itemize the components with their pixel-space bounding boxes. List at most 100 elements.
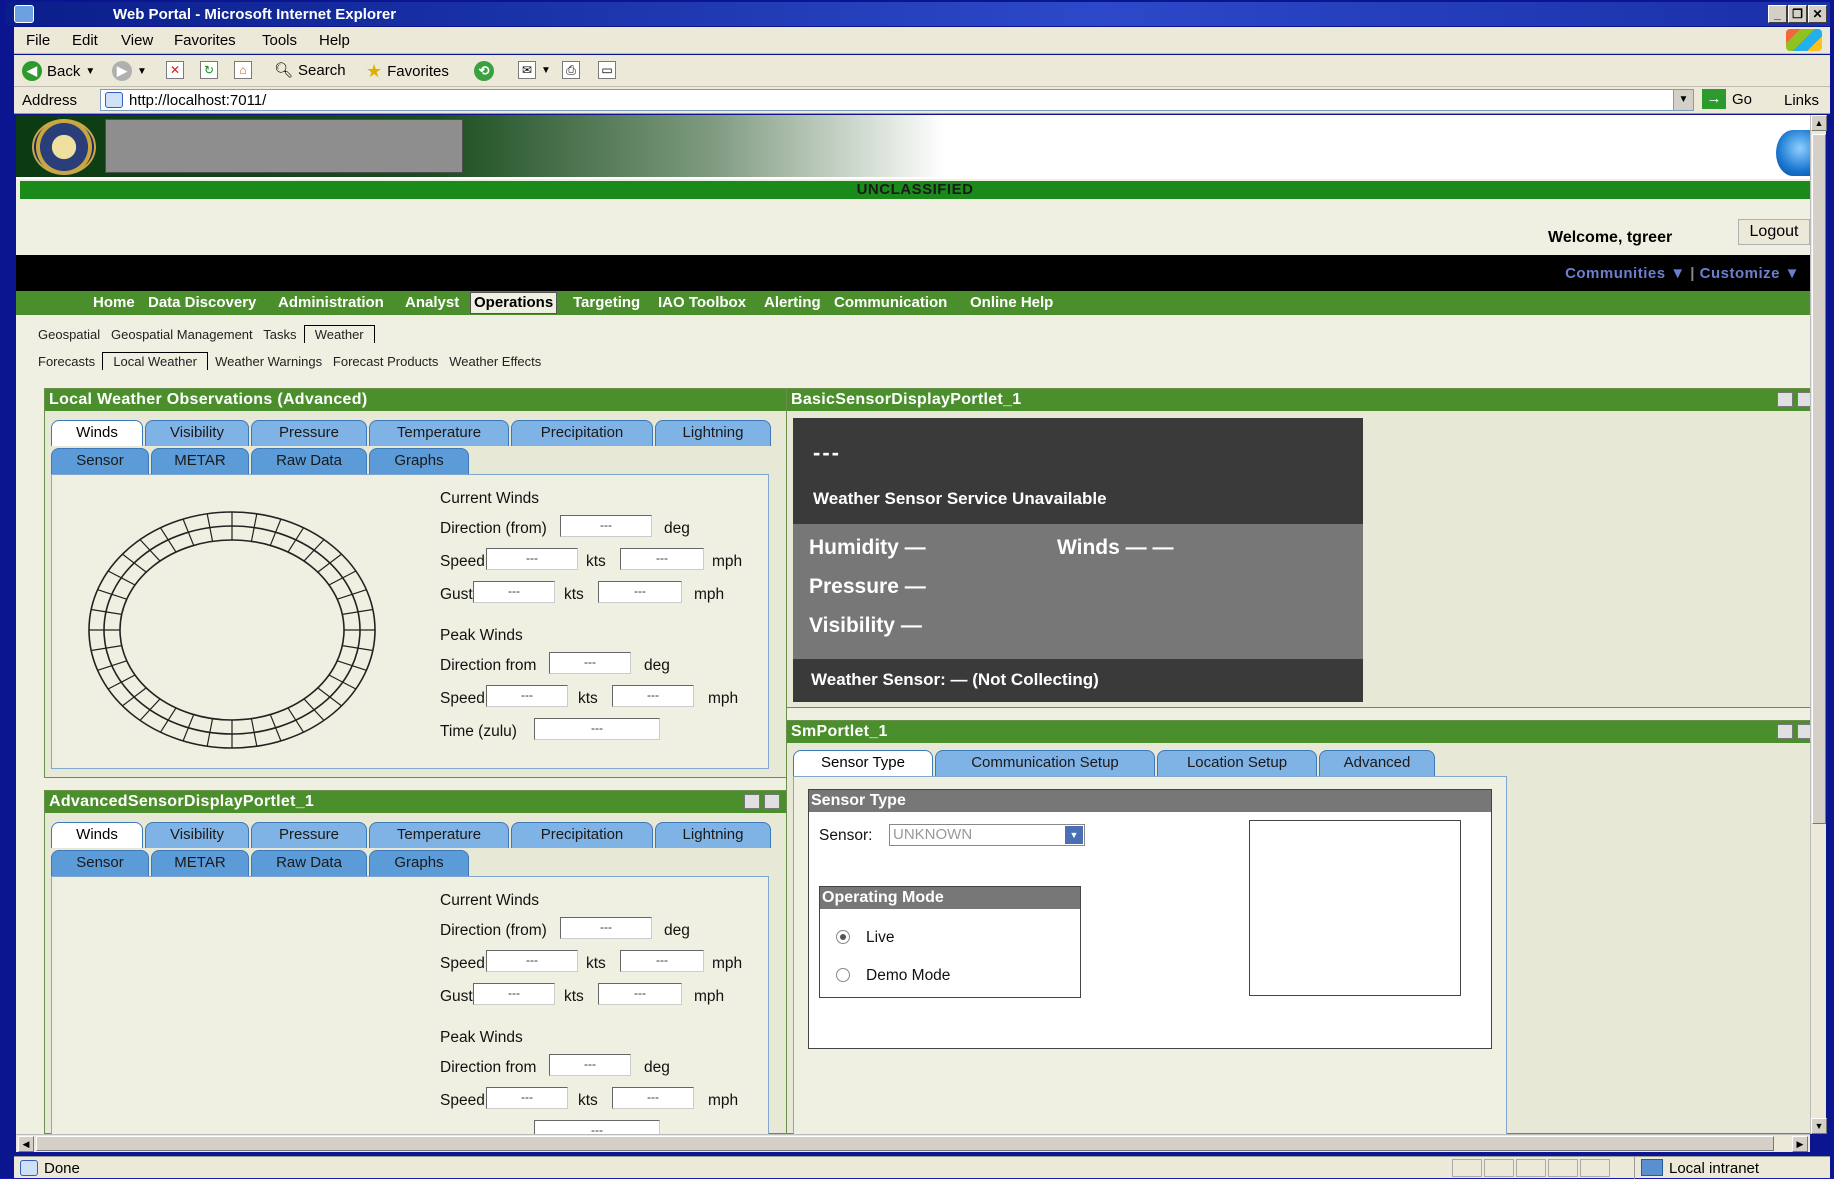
menu-favorites[interactable]: Favorites xyxy=(174,32,236,49)
minimize-button[interactable]: _ xyxy=(1768,5,1787,23)
menu-help[interactable]: Help xyxy=(319,32,350,49)
tab-temperature[interactable]: Temperature xyxy=(369,420,509,446)
current-speed-kts-field[interactable]: --- xyxy=(486,548,578,570)
peak-speed-mph-field[interactable]: --- xyxy=(612,1087,694,1109)
peak-speed-kts-field[interactable]: --- xyxy=(486,1087,568,1109)
tab-temperature[interactable]: Temperature xyxy=(369,822,509,848)
tab-pressure[interactable]: Pressure xyxy=(251,822,367,848)
nav-alerting[interactable]: Alerting xyxy=(764,294,821,311)
history-button[interactable]: ⟲ xyxy=(474,61,494,81)
print-button[interactable]: ⎙ xyxy=(562,61,580,79)
portlet-minimize-icon[interactable] xyxy=(764,794,780,809)
menu-edit[interactable]: Edit xyxy=(72,32,98,49)
tab-visibility[interactable]: Visibility xyxy=(145,822,249,848)
subnav-tasks[interactable]: Tasks xyxy=(263,327,296,342)
current-speed-mph-field[interactable]: --- xyxy=(620,950,704,972)
tab-sensor-type[interactable]: Sensor Type xyxy=(793,750,933,776)
portlet-restore-icon[interactable] xyxy=(1777,392,1793,407)
current-speed-kts-field[interactable]: --- xyxy=(486,950,578,972)
forward-button[interactable]: ▶ ▼ xyxy=(112,61,147,81)
tab-metar[interactable]: METAR xyxy=(151,850,249,876)
portlet-restore-icon[interactable] xyxy=(744,794,760,809)
time-zulu-field[interactable]: --- xyxy=(534,1120,660,1134)
sensor-select[interactable]: UNKNOWN ▼ xyxy=(889,824,1085,846)
peak-direction-field[interactable]: --- xyxy=(549,652,631,674)
tab-visibility[interactable]: Visibility xyxy=(145,420,249,446)
subnav-weather-warnings[interactable]: Weather Warnings xyxy=(215,354,322,369)
current-direction-field[interactable]: --- xyxy=(560,917,652,939)
gust-kts-field[interactable]: --- xyxy=(473,581,555,603)
subnav-forecasts[interactable]: Forecasts xyxy=(38,354,95,369)
tab-precipitation[interactable]: Precipitation xyxy=(511,420,653,446)
current-speed-mph-field[interactable]: --- xyxy=(620,548,704,570)
mail-button[interactable]: ✉ ▼ xyxy=(518,61,551,79)
gust-mph-field[interactable]: --- xyxy=(598,983,682,1005)
favorites-button[interactable]: ★ Favorites xyxy=(366,61,449,82)
current-direction-field[interactable]: --- xyxy=(560,515,652,537)
menu-file[interactable]: File xyxy=(26,32,50,49)
address-input[interactable]: http://localhost:7011/ ▼ xyxy=(100,89,1694,111)
tab-communication-setup[interactable]: Communication Setup xyxy=(935,750,1155,776)
gust-mph-field[interactable]: --- xyxy=(598,581,682,603)
go-button[interactable]: → Go xyxy=(1702,89,1752,109)
nav-home[interactable]: Home xyxy=(93,294,135,311)
communities-menu[interactable]: Communities ▼ xyxy=(1565,265,1686,282)
gust-kts-field[interactable]: --- xyxy=(473,983,555,1005)
tab-pressure[interactable]: Pressure xyxy=(251,420,367,446)
tab-advanced[interactable]: Advanced xyxy=(1319,750,1435,776)
tab-raw-data[interactable]: Raw Data xyxy=(251,448,367,474)
subnav-geospatial[interactable]: Geospatial xyxy=(38,327,100,342)
tab-sensor[interactable]: Sensor xyxy=(51,448,149,474)
vertical-scroll-thumb[interactable] xyxy=(1812,134,1826,824)
close-button[interactable]: ✕ xyxy=(1808,5,1827,23)
live-radio[interactable] xyxy=(836,930,850,944)
nav-iao-toolbox[interactable]: IAO Toolbox xyxy=(658,294,746,311)
subnav-forecast-products[interactable]: Forecast Products xyxy=(333,354,439,369)
edit-button[interactable]: ▭ xyxy=(598,61,616,79)
tab-lightning[interactable]: Lightning xyxy=(655,822,771,848)
portlet-minimize-icon[interactable] xyxy=(1797,392,1810,407)
vertical-scrollbar[interactable]: ▲ ▼ xyxy=(1810,115,1827,1134)
nav-online-help[interactable]: Online Help xyxy=(970,294,1053,311)
horizontal-scroll-thumb[interactable] xyxy=(36,1136,1774,1151)
tab-metar[interactable]: METAR xyxy=(151,448,249,474)
search-button[interactable]: 🔍︎ Search xyxy=(274,61,346,80)
subnav-weather[interactable]: Weather xyxy=(303,325,375,343)
back-button[interactable]: ◀ Back ▼ xyxy=(22,61,95,81)
scroll-up-icon[interactable]: ▲ xyxy=(1811,115,1827,131)
tab-precipitation[interactable]: Precipitation xyxy=(511,822,653,848)
menu-tools[interactable]: Tools xyxy=(262,32,297,49)
nav-communication[interactable]: Communication xyxy=(834,294,947,311)
peak-speed-mph-field[interactable]: --- xyxy=(612,685,694,707)
restore-button[interactable]: ❐ xyxy=(1788,5,1807,23)
tab-graphs[interactable]: Graphs xyxy=(369,448,469,474)
subnav-geospatial-management[interactable]: Geospatial Management xyxy=(111,327,253,342)
stop-button[interactable]: ✕ xyxy=(166,61,184,79)
home-button[interactable]: ⌂ xyxy=(234,61,252,79)
tab-winds[interactable]: Winds xyxy=(51,420,143,446)
nav-administration[interactable]: Administration xyxy=(278,294,384,311)
nav-operations[interactable]: Operations xyxy=(470,292,558,314)
nav-targeting[interactable]: Targeting xyxy=(573,294,640,311)
tab-sensor[interactable]: Sensor xyxy=(51,850,149,876)
tab-raw-data[interactable]: Raw Data xyxy=(251,850,367,876)
scroll-right-icon[interactable]: ▶ xyxy=(1792,1136,1808,1152)
subnav-local-weather[interactable]: Local Weather xyxy=(102,352,208,370)
refresh-button[interactable]: ↻ xyxy=(200,61,218,79)
time-zulu-field[interactable]: --- xyxy=(534,718,660,740)
nav-analyst[interactable]: Analyst xyxy=(405,294,459,311)
scroll-left-icon[interactable]: ◀ xyxy=(18,1136,34,1152)
tab-graphs[interactable]: Graphs xyxy=(369,850,469,876)
tab-location-setup[interactable]: Location Setup xyxy=(1157,750,1317,776)
nav-data-discovery[interactable]: Data Discovery xyxy=(148,294,256,311)
scroll-down-icon[interactable]: ▼ xyxy=(1811,1118,1827,1134)
portlet-restore-icon[interactable] xyxy=(1777,724,1793,739)
menu-view[interactable]: View xyxy=(121,32,153,49)
logout-button[interactable]: Logout xyxy=(1738,219,1810,245)
address-dropdown-icon[interactable]: ▼ xyxy=(1673,90,1693,110)
horizontal-scrollbar[interactable]: ◀ ▶ xyxy=(16,1134,1810,1152)
peak-direction-field[interactable]: --- xyxy=(549,1054,631,1076)
demo-mode-radio[interactable] xyxy=(836,968,850,982)
customize-menu[interactable]: Customize ▼ xyxy=(1700,265,1800,282)
tab-lightning[interactable]: Lightning xyxy=(655,420,771,446)
